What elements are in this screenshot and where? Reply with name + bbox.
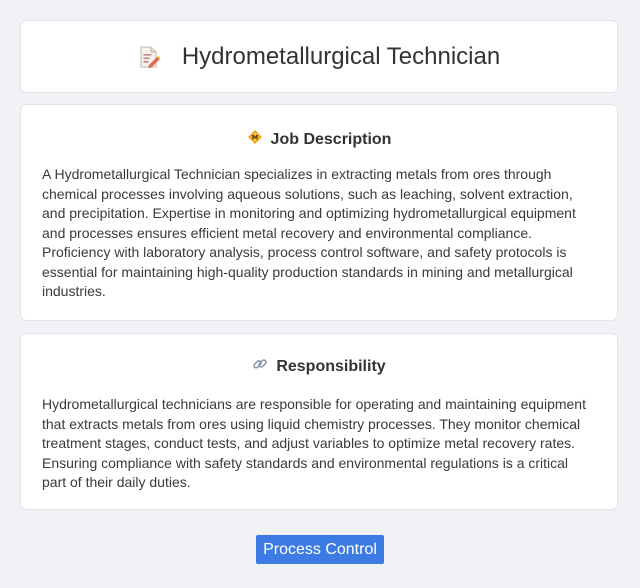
job-description-heading-row: M Job Description bbox=[21, 129, 617, 150]
responsibility-card: Responsibility Hydrometallurgical techni… bbox=[20, 333, 618, 510]
process-control-button[interactable]: Process Control bbox=[256, 535, 384, 564]
responsibility-text: Hydrometallurgical technicians are respo… bbox=[42, 396, 586, 490]
job-description-card: M Job Description A Hydrometallurgical T… bbox=[20, 104, 618, 321]
document-edit-icon bbox=[138, 45, 161, 69]
job-description-text: A Hydrometallurgical Technician speciali… bbox=[42, 166, 576, 299]
page: Hydrometallurgical Technician M Job Desc… bbox=[0, 0, 640, 588]
responsibility-heading: Responsibility bbox=[276, 357, 386, 375]
responsibility-heading-row: Responsibility bbox=[21, 356, 617, 377]
svg-text:M: M bbox=[251, 134, 257, 142]
page-title: Hydrometallurgical Technician bbox=[181, 42, 501, 70]
diamond-badge-icon: M bbox=[247, 129, 263, 150]
link-icon bbox=[252, 356, 268, 377]
title-card: Hydrometallurgical Technician bbox=[20, 20, 618, 93]
page-title-row: Hydrometallurgical Technician bbox=[138, 43, 500, 71]
job-description-heading: Job Description bbox=[270, 130, 392, 148]
